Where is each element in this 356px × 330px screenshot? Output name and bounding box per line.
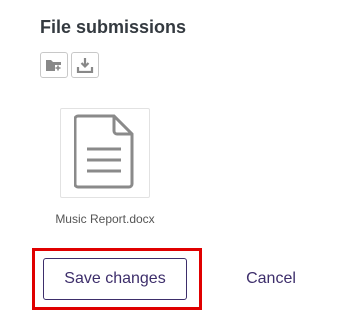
document-icon (73, 113, 136, 194)
add-folder-button[interactable] (40, 52, 68, 78)
file-toolbar (40, 52, 99, 78)
file-submissions-page: File submissions Music Report.docx Save … (0, 0, 356, 330)
file-tile[interactable] (60, 108, 150, 198)
section-title: File submissions (40, 17, 187, 37)
save-changes-button[interactable]: Save changes (43, 258, 187, 300)
download-button[interactable] (71, 52, 99, 78)
file-name[interactable]: Music Report.docx (50, 212, 160, 227)
add-folder-icon (45, 57, 63, 73)
download-icon (76, 57, 94, 73)
cancel-button[interactable]: Cancel (232, 258, 310, 300)
file-list: Music Report.docx (50, 100, 160, 242)
